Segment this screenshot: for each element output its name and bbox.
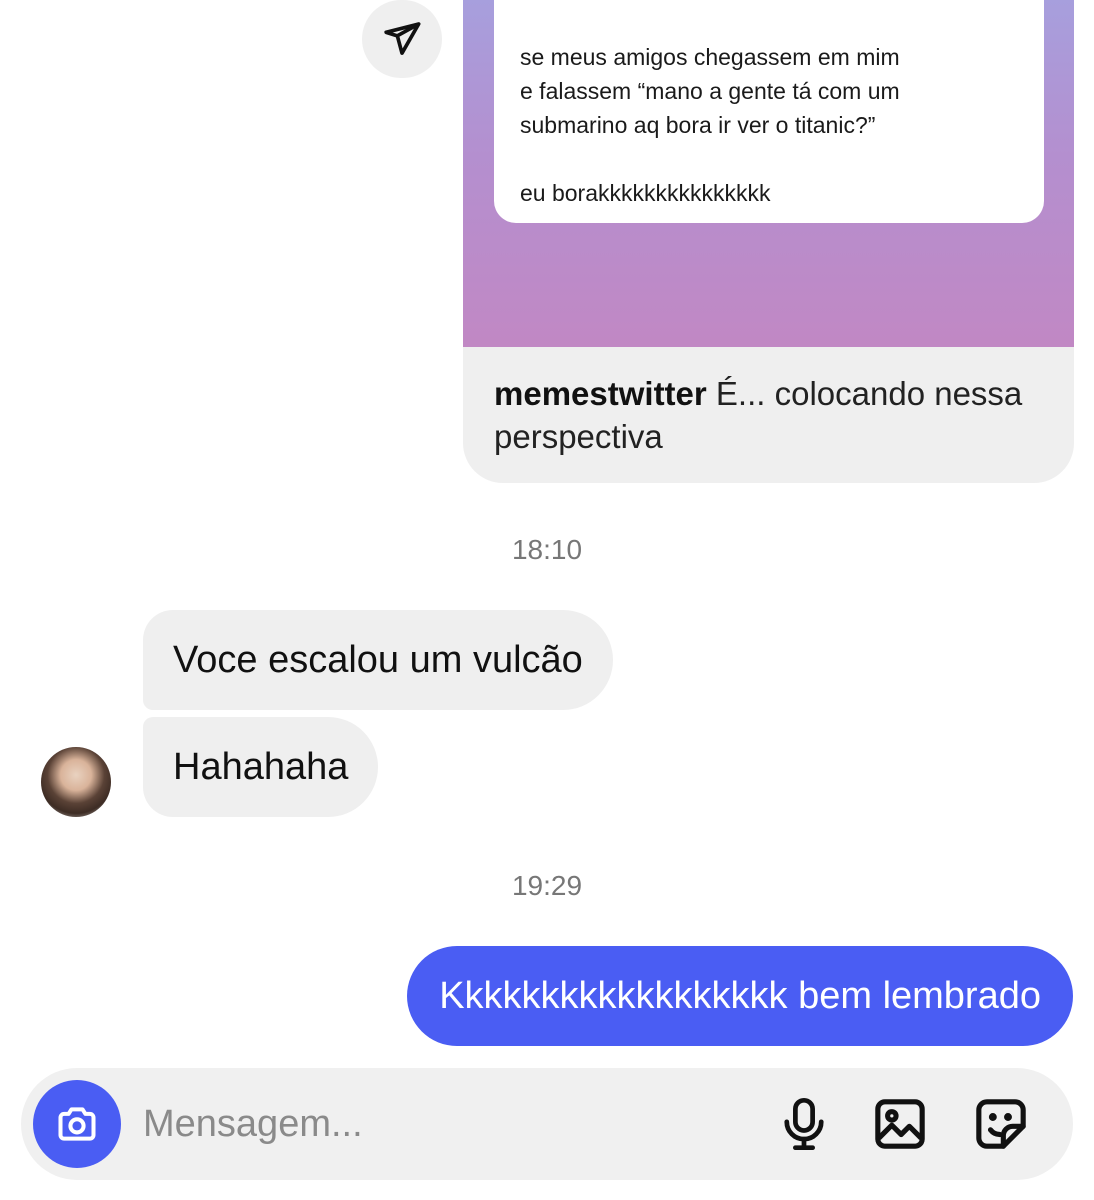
message-input[interactable] <box>143 1096 743 1152</box>
tweet-line: submarino aq bora ir ver o titanic?” <box>520 112 876 138</box>
incoming-message-bubble[interactable]: Hahahaha <box>143 717 379 817</box>
outgoing-message-bubble[interactable]: Kkkkkkkkkkkkkkkkkk bem lembrado <box>407 946 1073 1046</box>
message-timestamp: 18:10 <box>511 534 583 565</box>
share-button[interactable] <box>362 0 442 78</box>
incoming-message-bubble[interactable]: Voce escalou um vulcão <box>143 610 613 710</box>
tweet-line: e falassem “mano a gente tá com um <box>520 78 900 104</box>
sticker-icon <box>976 1099 1026 1149</box>
sticker-button[interactable] <box>971 1094 1031 1154</box>
tweet-line: eu borakkkkkkkkkkkkkkk <box>520 180 771 206</box>
send-icon <box>384 22 421 56</box>
camera-icon <box>58 1107 96 1141</box>
contact-avatar[interactable] <box>41 747 111 817</box>
shared-post-image[interactable]: se meus amigos chegassem em mim e falass… <box>463 0 1074 347</box>
microphone-icon <box>784 1097 824 1151</box>
post-caption: memestwitter É... colocando nessa perspe… <box>494 372 1054 458</box>
tweet-line: se meus amigos chegassem em mim <box>520 44 900 70</box>
post-author[interactable]: memestwitter <box>494 375 707 412</box>
tweet-screenshot: se meus amigos chegassem em mim e falass… <box>494 0 1044 223</box>
gallery-button[interactable] <box>870 1094 930 1154</box>
shared-post-card[interactable]: se meus amigos chegassem em mim e falass… <box>463 0 1074 483</box>
microphone-button[interactable] <box>774 1094 834 1154</box>
message-composer <box>21 1068 1073 1180</box>
message-timestamp: 19:29 <box>511 870 583 901</box>
camera-button[interactable] <box>33 1080 121 1168</box>
image-icon <box>875 1099 925 1149</box>
